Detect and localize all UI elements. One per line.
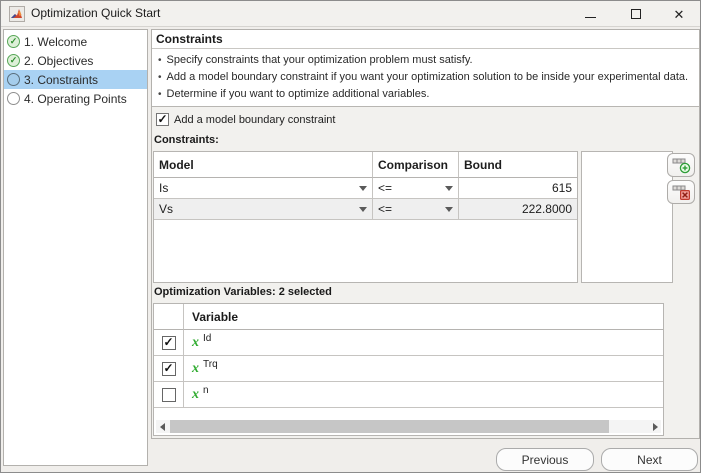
- sidebar-item-label: 4. Operating Points: [24, 91, 127, 106]
- constraints-table-empty-area: [154, 220, 577, 282]
- table-delete-icon: [672, 185, 690, 200]
- previous-button[interactable]: Previous: [496, 448, 594, 471]
- window-title: Optimization Quick Start: [31, 6, 161, 20]
- step-pending-icon: [7, 92, 20, 105]
- bound-field-row2[interactable]: 222.8000: [459, 199, 577, 220]
- step-complete-icon: ✓: [7, 35, 20, 48]
- matlab-logo-icon: [9, 6, 25, 22]
- chevron-down-icon: [359, 206, 367, 212]
- sidebar-item-label: 2. Objectives: [24, 53, 94, 68]
- instruction-line: Add a model boundary constraint if you w…: [158, 69, 693, 86]
- table-row[interactable]: x Trq: [184, 356, 663, 382]
- boundary-constraint-label: Add a model boundary constraint: [174, 113, 336, 126]
- variable-name: Id: [203, 333, 212, 344]
- maximize-button[interactable]: [613, 1, 659, 27]
- wizard-steps-sidebar: ✓ 1. Welcome ✓ 2. Objectives 3. Constrai…: [3, 29, 148, 466]
- scroll-left-icon[interactable]: [156, 420, 168, 433]
- column-header-variable: Variable: [184, 304, 663, 330]
- comparison-select-row1[interactable]: <=: [373, 178, 459, 199]
- titlebar: Optimization Quick Start ✕: [1, 1, 700, 27]
- model-select-row1[interactable]: Is: [154, 178, 373, 199]
- instructions: Specify constraints that your optimizati…: [152, 49, 699, 107]
- variable-checkbox-Trq[interactable]: [161, 361, 176, 376]
- constraints-page-panel: Constraints Specify constraints that you…: [151, 29, 700, 439]
- optimization-quick-start-window: Optimization Quick Start ✕ ✓ 1. Welcome …: [0, 0, 701, 473]
- sidebar-item-constraints[interactable]: 3. Constraints: [4, 70, 147, 89]
- instruction-line: Determine if you want to optimize additi…: [158, 86, 693, 103]
- model-value: Is: [159, 181, 169, 195]
- constraints-side-panel: [581, 151, 673, 283]
- instruction-text: Add a model boundary constraint if you w…: [166, 71, 689, 83]
- boundary-constraint-checkbox[interactable]: [156, 113, 169, 126]
- minimize-button[interactable]: [567, 1, 613, 27]
- step-complete-icon: ✓: [7, 54, 20, 67]
- variable-checkbox-n[interactable]: [161, 387, 176, 402]
- horizontal-scrollbar[interactable]: [156, 420, 661, 433]
- variable-x-icon: x: [192, 386, 199, 402]
- variable-checkbox-Id[interactable]: [161, 335, 176, 350]
- comparison-select-row2[interactable]: <=: [373, 199, 459, 220]
- sidebar-item-label: 1. Welcome: [24, 34, 88, 49]
- bound-field-row1[interactable]: 615: [459, 178, 577, 199]
- add-constraint-button[interactable]: [667, 153, 695, 177]
- variable-checkbox-cell: [154, 330, 184, 356]
- bullet-icon: [158, 69, 162, 86]
- table-row[interactable]: x Id: [184, 330, 663, 356]
- sidebar-item-objectives[interactable]: ✓ 2. Objectives: [4, 51, 147, 70]
- minimize-icon: [584, 16, 596, 18]
- variable-checkbox-cell: [154, 356, 184, 382]
- variable-checkbox-cell: [154, 382, 184, 408]
- checkbox-column-header: [154, 304, 184, 330]
- step-active-icon: [7, 73, 20, 86]
- chevron-down-icon: [359, 185, 367, 191]
- close-button[interactable]: ✕: [656, 1, 700, 27]
- delete-constraint-button[interactable]: [667, 180, 695, 204]
- chevron-down-icon: [445, 185, 453, 191]
- sidebar-item-welcome[interactable]: ✓ 1. Welcome: [4, 32, 147, 51]
- model-select-row2[interactable]: Vs: [154, 199, 373, 220]
- variable-x-icon: x: [192, 334, 199, 350]
- variable-x-icon: x: [192, 360, 199, 376]
- variable-name: n: [203, 385, 209, 396]
- column-header-bound: Bound: [459, 152, 577, 178]
- constraints-table-label: Constraints:: [154, 134, 219, 146]
- sidebar-item-label: 3. Constraints: [24, 72, 99, 87]
- column-header-model: Model: [154, 152, 373, 178]
- page-title: Constraints: [152, 30, 699, 49]
- column-header-comparison: Comparison: [373, 152, 459, 178]
- optimization-variables-table: Variable x Id x Trq: [153, 303, 664, 436]
- close-icon: ✕: [673, 6, 685, 22]
- optimization-variables-label: Optimization Variables: 2 selected: [154, 286, 332, 298]
- model-value: Vs: [159, 202, 174, 216]
- table-add-icon: [672, 158, 690, 173]
- instruction-line: Specify constraints that your optimizati…: [158, 52, 693, 69]
- bullet-icon: [158, 86, 162, 103]
- maximize-icon: [631, 9, 641, 19]
- comparison-value: <=: [378, 202, 393, 216]
- instruction-text: Determine if you want to optimize additi…: [166, 88, 430, 100]
- table-row[interactable]: x n: [184, 382, 663, 408]
- variable-name: Trq: [203, 359, 218, 370]
- bullet-icon: [158, 52, 162, 69]
- scroll-right-icon[interactable]: [649, 420, 661, 433]
- next-button[interactable]: Next: [601, 448, 698, 471]
- chevron-down-icon: [445, 206, 453, 212]
- sidebar-item-operating-points[interactable]: 4. Operating Points: [4, 89, 147, 108]
- instruction-text: Specify constraints that your optimizati…: [166, 54, 473, 66]
- boundary-constraint-row: Add a model boundary constraint: [156, 113, 335, 126]
- comparison-value: <=: [378, 181, 393, 195]
- constraints-table: Model Comparison Bound Is <= 615 Vs <= 2…: [153, 151, 578, 283]
- scrollbar-thumb[interactable]: [170, 420, 609, 433]
